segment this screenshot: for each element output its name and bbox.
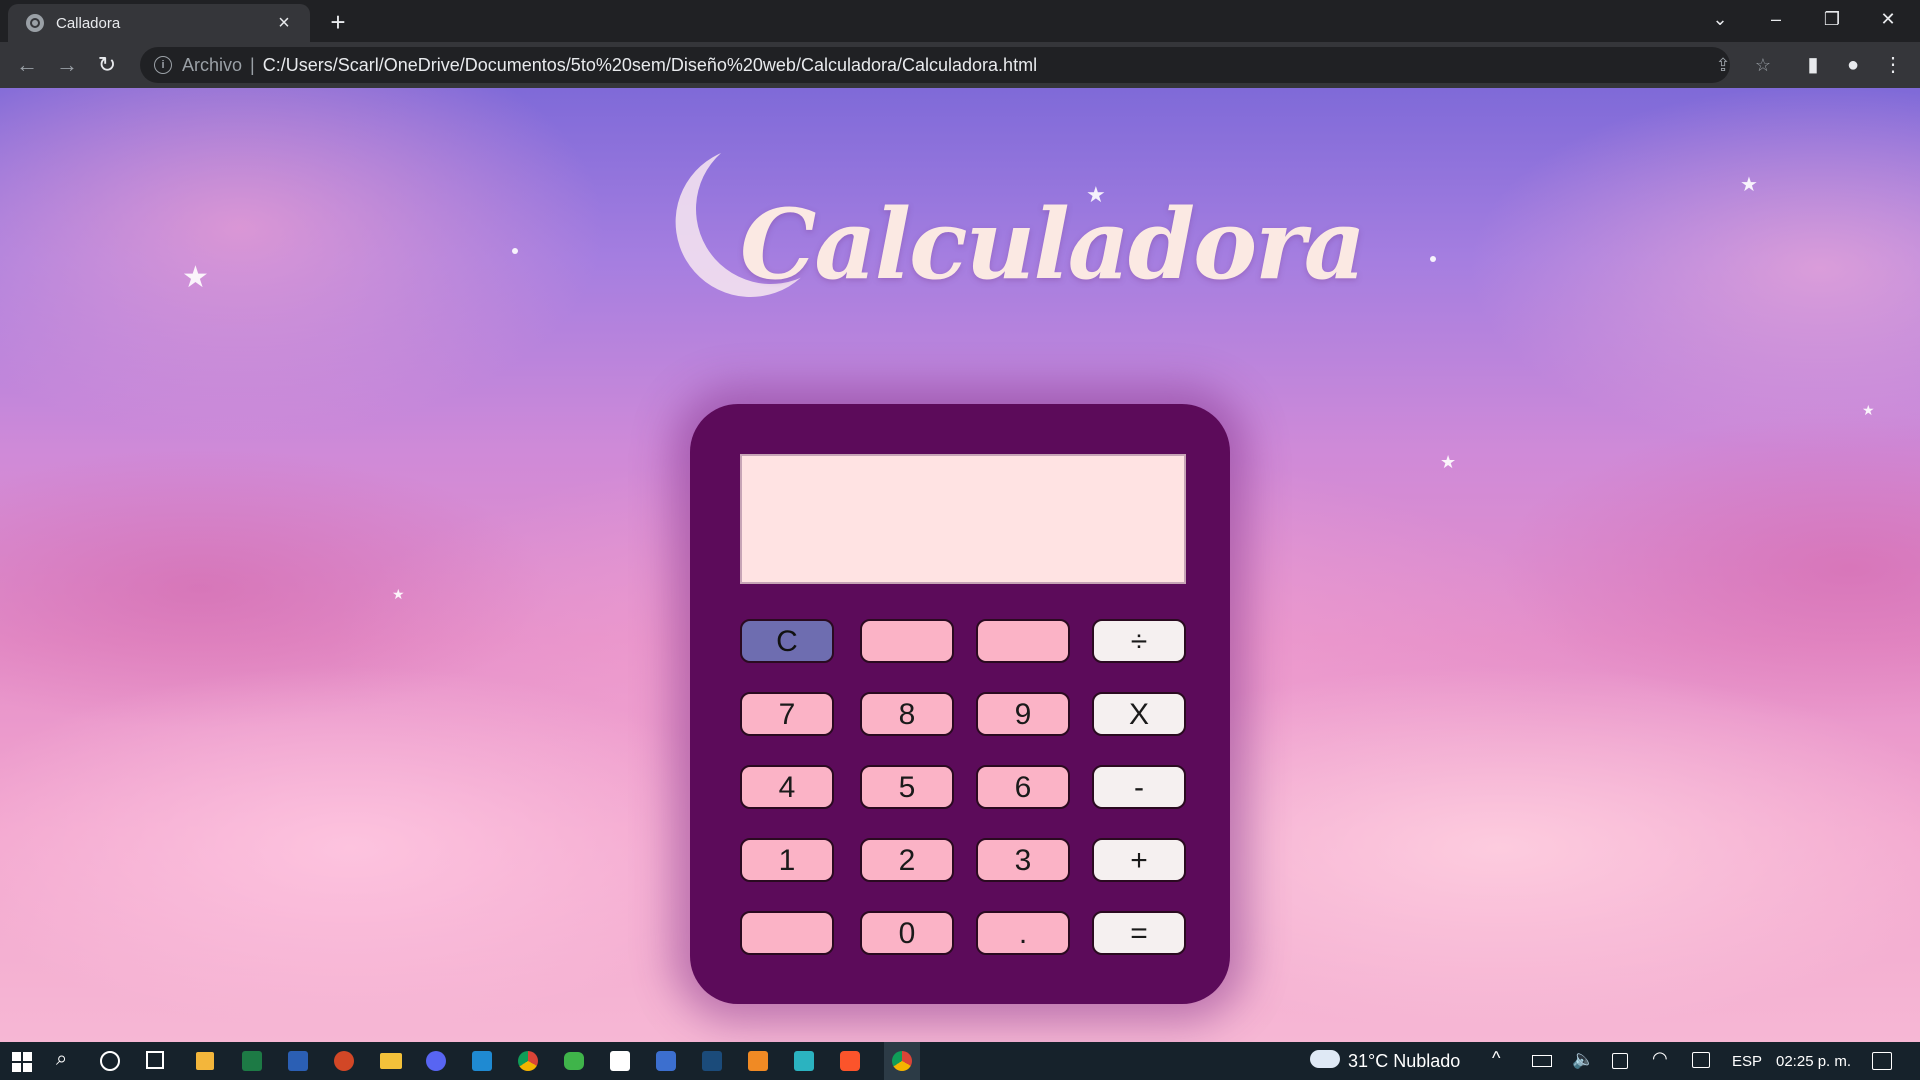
key-r4-c4[interactable]: +: [1092, 838, 1186, 882]
star-dot: [512, 248, 518, 254]
address-bar[interactable]: i Archivo | C:/Users/Scarl/OneDrive/Docu…: [140, 47, 1771, 83]
calculator-display: [740, 454, 1186, 584]
tab-search-icon[interactable]: ⌄: [1692, 0, 1748, 40]
app-icon[interactable]: [748, 1051, 768, 1071]
word-icon[interactable]: [288, 1051, 308, 1071]
calculator-body: C ÷ 7 8 9 X 4 5 6- 1 2 3 +0. =: [690, 404, 1230, 1004]
key-r2-c4[interactable]: X: [1092, 692, 1186, 736]
bookmark-star-icon[interactable]: ☆: [1748, 47, 1778, 83]
app-icon[interactable]: [702, 1051, 722, 1071]
task-view-icon[interactable]: [146, 1051, 164, 1069]
key-r1-c3[interactable]: [976, 619, 1070, 663]
show-hidden-icons-icon[interactable]: ^: [1492, 1048, 1500, 1069]
discord-icon[interactable]: [426, 1051, 446, 1071]
key-r2-c3[interactable]: 9: [976, 692, 1070, 736]
language-indicator[interactable]: ESP: [1732, 1053, 1762, 1070]
chrome-icon-active[interactable]: [884, 1042, 920, 1080]
tab-title: Calladora: [56, 14, 121, 32]
star-icon: ★: [1440, 452, 1457, 472]
browser-tab[interactable]: Calladora ×: [8, 4, 310, 42]
key-r5-c1[interactable]: [740, 911, 834, 955]
app-icon[interactable]: [610, 1051, 630, 1071]
key-r2-c1[interactable]: 7: [740, 692, 834, 736]
browser-toolbar: ← → ↻ i Archivo | C:/Users/Scarl/OneDriv…: [0, 42, 1920, 88]
share-icon[interactable]: ⇪: [1708, 47, 1738, 83]
battery-icon[interactable]: [1532, 1055, 1552, 1067]
star-icon: ★: [182, 261, 209, 294]
weather-label[interactable]: 31°C Nublado: [1348, 1051, 1460, 1072]
windows-start-icon[interactable]: [12, 1052, 32, 1072]
star-icon: ★: [1740, 174, 1758, 196]
key-r1-c1[interactable]: C: [740, 619, 834, 663]
key-r4-c2[interactable]: 2: [860, 838, 954, 882]
key-r4-c3[interactable]: 3: [976, 838, 1070, 882]
cortana-icon[interactable]: [100, 1051, 120, 1071]
meet-icon[interactable]: [1612, 1053, 1628, 1069]
app-icon[interactable]: [794, 1051, 814, 1071]
star-icon: ★: [392, 586, 405, 602]
minimize-icon[interactable]: –: [1748, 0, 1804, 40]
back-icon[interactable]: ←: [10, 48, 44, 82]
search-icon[interactable]: ⌕: [56, 1048, 67, 1071]
wifi-icon[interactable]: ◠: [1652, 1048, 1668, 1069]
key-r3-c3[interactable]: 6: [976, 765, 1070, 809]
browser-tabstrip: Calladora × + ⌄ – ❐ ✕: [0, 0, 1920, 42]
app-icon[interactable]: [656, 1051, 676, 1071]
volume-icon[interactable]: 🔈: [1572, 1049, 1594, 1070]
side-panel-icon[interactable]: ▮: [1796, 48, 1830, 82]
key-r5-c2[interactable]: 0: [860, 911, 954, 955]
new-tab-button[interactable]: +: [322, 6, 354, 38]
menu-icon[interactable]: ⋮: [1876, 48, 1910, 82]
vscode-icon[interactable]: [472, 1051, 492, 1071]
file-explorer-icon[interactable]: [380, 1053, 402, 1069]
key-r5-c4[interactable]: =: [1092, 911, 1186, 955]
key-r3-c1[interactable]: 4: [740, 765, 834, 809]
close-tab-icon[interactable]: ×: [270, 12, 298, 35]
star-dot: [1430, 256, 1436, 262]
reload-icon[interactable]: ↻: [90, 48, 124, 82]
excel-icon[interactable]: [242, 1051, 262, 1071]
key-r2-c2[interactable]: 8: [860, 692, 954, 736]
info-icon[interactable]: i: [154, 56, 172, 74]
profile-icon[interactable]: ●: [1836, 48, 1870, 82]
restore-icon[interactable]: ❐: [1804, 0, 1860, 40]
forward-icon[interactable]: →: [50, 48, 84, 82]
close-window-icon[interactable]: ✕: [1860, 0, 1916, 40]
key-r1-c4[interactable]: ÷: [1092, 619, 1186, 663]
key-r1-c2[interactable]: [860, 619, 954, 663]
key-r3-c4[interactable]: -: [1092, 765, 1186, 809]
globe-icon: [26, 14, 44, 32]
store-icon[interactable]: [196, 1052, 214, 1070]
clock[interactable]: 02:25 p. m.: [1776, 1053, 1851, 1070]
powerpoint-icon[interactable]: [334, 1051, 354, 1071]
display-icon[interactable]: [1692, 1052, 1710, 1068]
page-viewport: ★ ★ ★ ★ ★ ★ Calculadora C ÷ 7 8 9 X 4 5 6-1 2 3 +0.…: [0, 88, 1920, 1042]
url-text[interactable]: C:/Users/Scarl/OneDrive/Documentos/5to%2…: [263, 55, 1037, 76]
address-separator: |: [250, 54, 255, 75]
key-r5-c3[interactable]: .: [976, 911, 1070, 955]
taskbar: ⌕ 31°C Nublado ^ 🔈 ◠ ESP 02:25 p. m.: [0, 1042, 1920, 1080]
scheme-label: Archivo: [182, 54, 243, 75]
chat-app-icon[interactable]: [564, 1052, 584, 1070]
weather-icon[interactable]: [1310, 1050, 1340, 1068]
key-r3-c2[interactable]: 5: [860, 765, 954, 809]
notifications-icon[interactable]: [1872, 1052, 1892, 1070]
brave-icon[interactable]: [840, 1051, 860, 1071]
star-icon: ★: [1862, 402, 1875, 418]
page-title: Calculadora: [740, 188, 1366, 301]
key-r4-c1[interactable]: 1: [740, 838, 834, 882]
chrome-icon[interactable]: [518, 1051, 538, 1071]
